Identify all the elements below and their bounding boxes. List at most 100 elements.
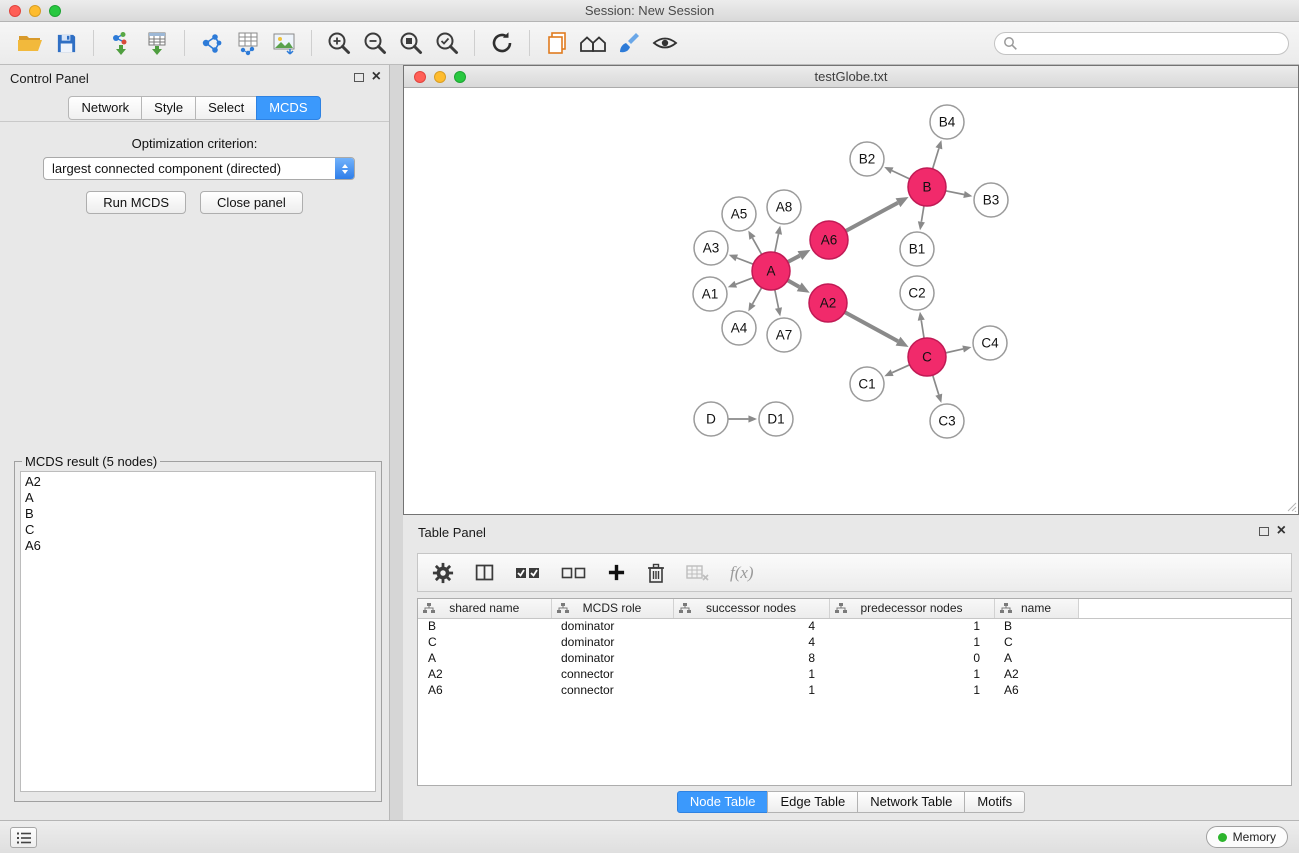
toggle-visibility-button[interactable] [647,26,683,60]
zoom-window-button[interactable] [49,5,61,17]
graph-edge-B-B2[interactable] [884,167,910,179]
table-cell[interactable]: dominator [551,650,673,666]
table-cell[interactable]: 0 [829,650,994,666]
table-cell[interactable]: A6 [994,682,1078,698]
mcds-result-list[interactable]: A2ABCA6 [20,471,376,792]
deselect-all-button[interactable] [561,558,587,588]
import-table-button[interactable] [139,26,175,60]
graph-edge-A2-C[interactable] [845,312,909,347]
copy-view-button[interactable] [539,26,575,60]
table-cell[interactable]: B [994,618,1078,634]
graph-edge-A-A4[interactable] [748,288,761,312]
network-graph[interactable]: B4B2BB3A5A8A6A3B1AA1C2A2A4A7CC4C1C3DD1 [404,88,1298,513]
zoom-out-button[interactable] [357,26,393,60]
graph-edge-B-B3[interactable] [946,191,973,198]
refresh-view-button[interactable] [484,26,520,60]
table-cell[interactable]: 1 [829,634,994,650]
graph-edge-C-C3[interactable] [933,375,943,403]
graph-edge-A-A6[interactable] [788,250,811,262]
table-cell[interactable]: A [994,650,1078,666]
mcds-result-item[interactable]: A6 [25,538,375,554]
tab-mcds[interactable]: MCDS [256,96,320,120]
show-panel-button[interactable] [10,827,37,848]
import-network-button[interactable] [103,26,139,60]
close-table-panel-icon[interactable]: × [1277,525,1286,537]
graph-edge-A-A3[interactable] [729,255,754,265]
delete-column-button[interactable] [646,558,666,588]
select-all-button[interactable] [515,558,541,588]
table-cell[interactable]: 1 [829,666,994,682]
table-row[interactable]: Cdominator41C [418,634,1291,650]
column-header-MCDS-role[interactable]: MCDS role [551,599,673,618]
table-cell[interactable]: A6 [418,682,551,698]
table-cell[interactable]: 1 [673,666,829,682]
mcds-result-item[interactable]: A [25,490,375,506]
table-cell[interactable]: connector [551,682,673,698]
tab-node-table[interactable]: Node Table [677,791,769,813]
table-cell[interactable]: 1 [829,618,994,634]
graph-edge-C-C4[interactable] [946,345,972,352]
graph-edge-A-A7[interactable] [775,290,782,317]
mcds-result-item[interactable]: A2 [25,474,375,490]
table-cell[interactable]: 8 [673,650,829,666]
optimization-criterion-select[interactable]: largest connected component (directed) [43,157,355,180]
zoom-network-window-button[interactable] [454,71,466,83]
graph-edge-A-A8[interactable] [775,226,782,253]
close-network-window-button[interactable] [414,71,426,83]
tab-style[interactable]: Style [141,96,196,120]
graph-edge-C-C2[interactable] [918,312,925,338]
tab-network-table[interactable]: Network Table [857,791,965,813]
open-session-button[interactable] [12,26,48,60]
graph-edge-C-C1[interactable] [884,365,909,376]
export-image-button[interactable] [266,26,302,60]
table-cell[interactable]: A [418,650,551,666]
minimize-network-window-button[interactable] [434,71,446,83]
graph-edge-D-D1[interactable] [728,415,757,422]
zoom-fit-button[interactable] [393,26,429,60]
table-cell[interactable]: 4 [673,618,829,634]
show-columns-button[interactable] [474,558,495,588]
tab-motifs[interactable]: Motifs [964,791,1025,813]
graph-edge-A-A5[interactable] [748,231,761,255]
table-cell[interactable]: 4 [673,634,829,650]
search-input[interactable] [995,33,1288,54]
resize-grip-icon[interactable] [1286,501,1297,512]
new-network-button[interactable] [194,26,230,60]
run-mcds-button[interactable]: Run MCDS [86,191,186,214]
mcds-result-item[interactable]: B [25,506,375,522]
table-cell[interactable]: 1 [673,682,829,698]
table-row[interactable]: A2connector11A2 [418,666,1291,682]
float-panel-icon[interactable] [354,73,364,82]
table-cell[interactable]: B [418,618,551,634]
tab-network[interactable]: Network [68,96,142,120]
tab-edge-table[interactable]: Edge Table [767,791,858,813]
table-settings-button[interactable] [432,558,454,588]
table-cell[interactable]: C [994,634,1078,650]
function-builder-button[interactable]: f(x) [730,558,754,588]
table-cell[interactable]: A2 [994,666,1078,682]
close-panel-button[interactable]: Close panel [200,191,303,214]
graph-edge-A6-B[interactable] [846,197,909,231]
table-cell[interactable]: C [418,634,551,650]
close-panel-icon[interactable]: × [372,71,381,83]
table-cell[interactable]: 1 [829,682,994,698]
mcds-result-item[interactable]: C [25,522,375,538]
tab-select[interactable]: Select [195,96,257,120]
table-row[interactable]: Bdominator41B [418,618,1291,634]
zoom-selected-button[interactable] [429,26,465,60]
table-row[interactable]: Adominator80A [418,650,1291,666]
table-cell[interactable]: dominator [551,618,673,634]
add-column-button[interactable] [607,558,626,588]
column-header-predecessor-nodes[interactable]: predecessor nodes [829,599,994,618]
memory-button[interactable]: Memory [1206,826,1288,848]
column-header-name[interactable]: name [994,599,1078,618]
table-row[interactable]: A6connector11A6 [418,682,1291,698]
table-cell[interactable]: connector [551,666,673,682]
minimize-window-button[interactable] [29,5,41,17]
new-network-from-table-button[interactable] [230,26,266,60]
table-cell[interactable]: A2 [418,666,551,682]
first-neighbors-button[interactable] [575,26,611,60]
delete-table-button[interactable] [686,558,710,588]
apply-style-button[interactable] [611,26,647,60]
save-session-button[interactable] [48,26,84,60]
